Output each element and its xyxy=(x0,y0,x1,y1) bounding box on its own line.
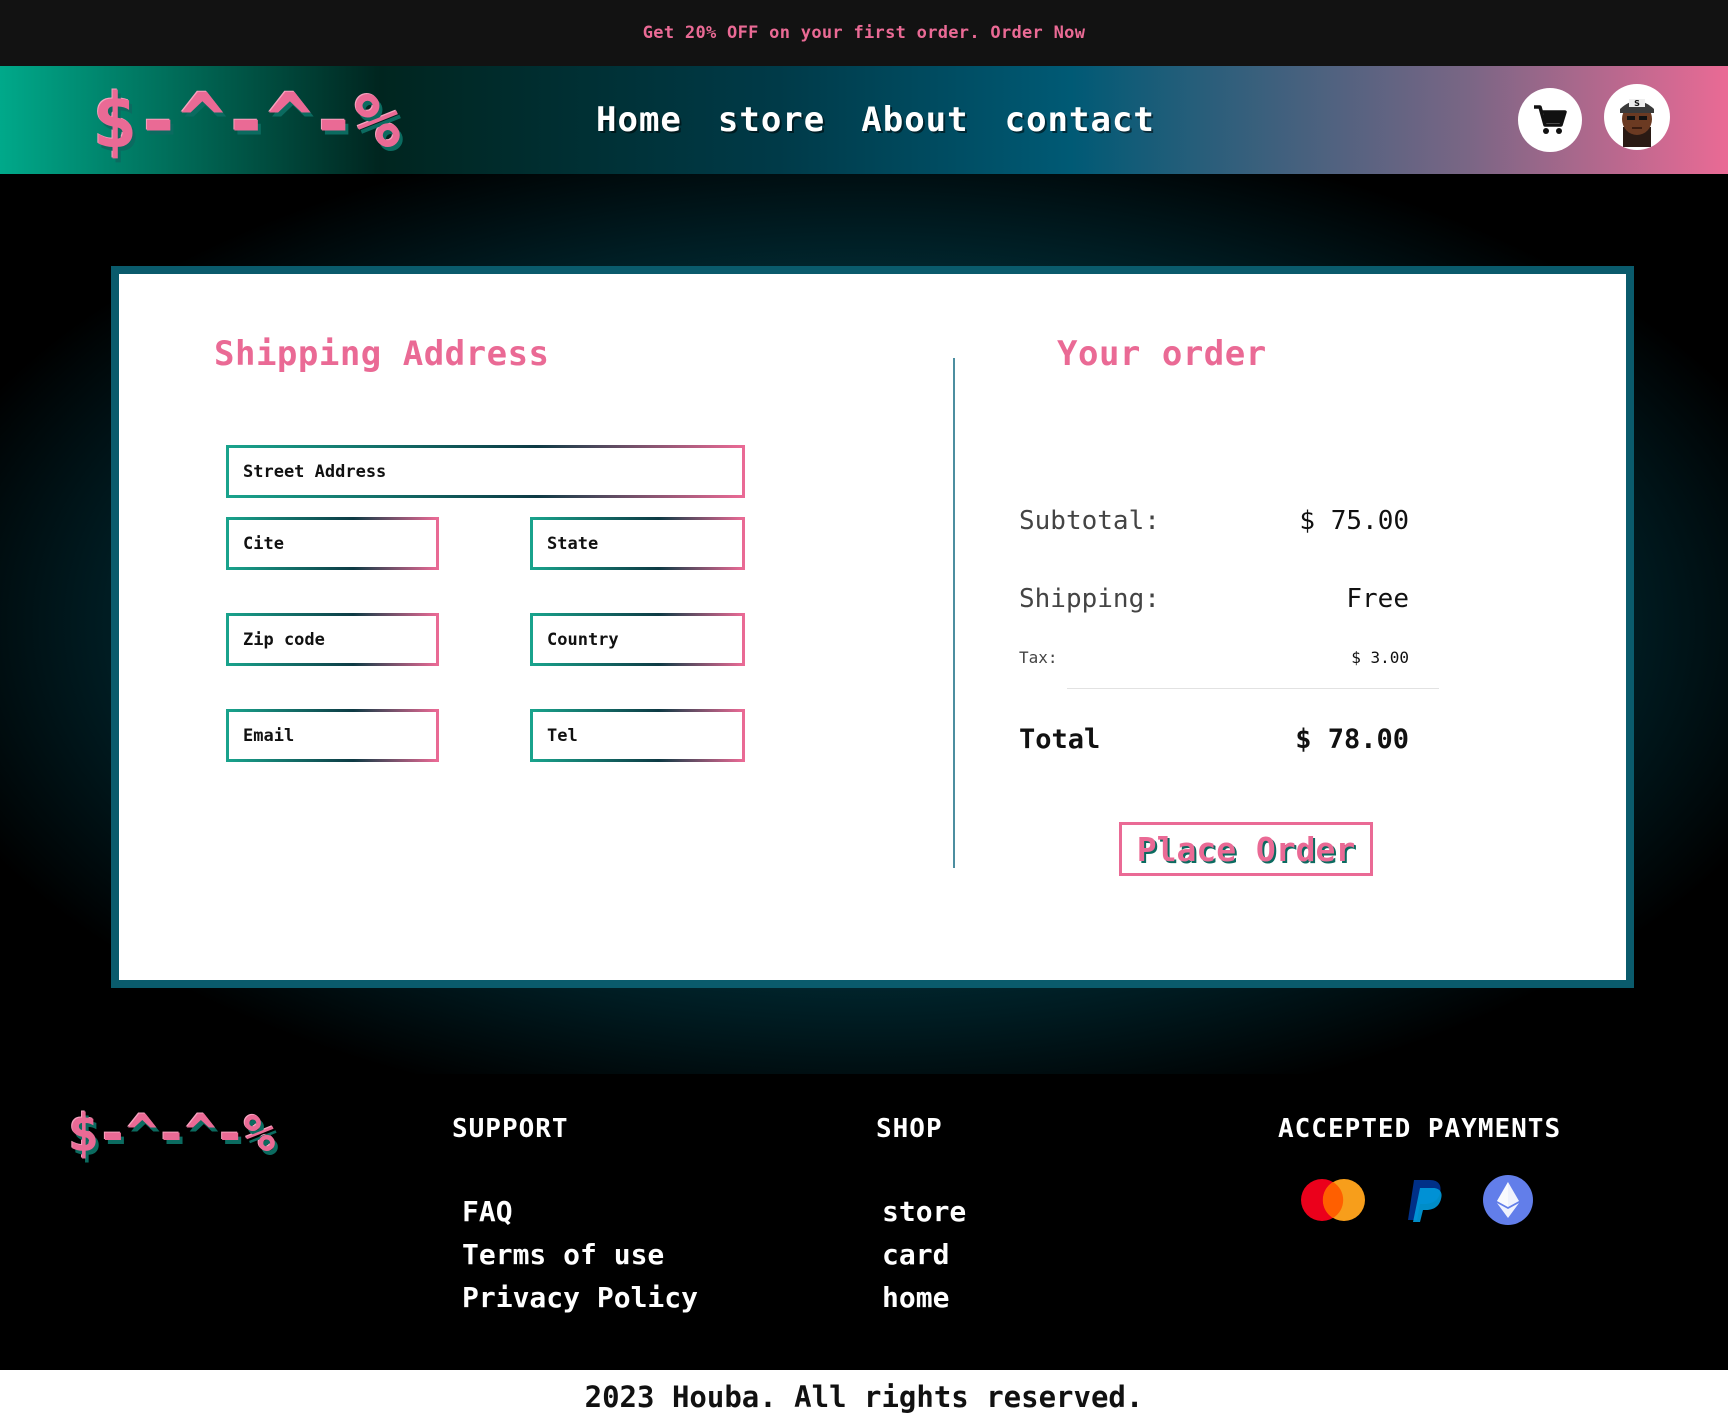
nav-contact[interactable]: contact xyxy=(1005,100,1155,140)
support-links: FAQ Terms of use Privacy Policy xyxy=(462,1194,698,1315)
tel-field[interactable]: Tel xyxy=(530,709,745,762)
copyright-bar: 2023 Houba. All rights reserved. xyxy=(0,1370,1728,1424)
state-field[interactable]: State xyxy=(530,517,745,570)
nav-store[interactable]: store xyxy=(718,100,825,140)
nav-home[interactable]: Home xyxy=(596,100,682,140)
cart-button[interactable] xyxy=(1518,88,1582,152)
cart-icon xyxy=(1534,105,1567,134)
user-avatar[interactable]: S xyxy=(1604,84,1670,150)
store-link[interactable]: store xyxy=(882,1194,966,1229)
email-field[interactable]: Email xyxy=(226,709,439,762)
ethereum-icon xyxy=(1483,1175,1533,1225)
shipping-label: Shipping: xyxy=(1019,584,1160,614)
tax-value: $ 3.00 xyxy=(1351,648,1409,667)
total-label: Total xyxy=(1019,724,1101,755)
svg-text:S: S xyxy=(1634,99,1640,108)
order-separator xyxy=(1067,688,1439,689)
country-field[interactable]: Country xyxy=(530,613,745,666)
footer-logo[interactable]: $-^-^-% xyxy=(68,1102,275,1166)
place-order-button[interactable]: Place Order xyxy=(1119,822,1373,876)
paypal-icon xyxy=(1408,1180,1442,1222)
total-value: $ 78.00 xyxy=(1295,724,1409,755)
zip-code-field[interactable]: Zip code xyxy=(226,613,439,666)
support-heading: SUPPORT xyxy=(452,1114,569,1144)
promo-bar: Get 20% OFF on your first order. Order N… xyxy=(0,0,1728,66)
shipping-value: Free xyxy=(1346,584,1409,614)
site-logo[interactable]: $-^-^-% xyxy=(92,76,400,166)
terms-link[interactable]: Terms of use xyxy=(462,1237,698,1272)
street-address-field[interactable]: Street Address xyxy=(226,445,745,498)
city-field[interactable]: Cite xyxy=(226,517,439,570)
shop-links: store card home xyxy=(882,1194,966,1315)
nav-about[interactable]: About xyxy=(861,100,968,140)
site-footer: $-^-^-% SUPPORT FAQ Terms of use Privacy… xyxy=(0,1074,1728,1370)
promo-text[interactable]: Get 20% OFF on your first order. Order N… xyxy=(643,23,1085,43)
avatar-icon: S xyxy=(1620,99,1654,147)
home-link[interactable]: home xyxy=(882,1280,966,1315)
payments-heading: ACCEPTED PAYMENTS xyxy=(1278,1114,1562,1144)
subtotal-label: Subtotal: xyxy=(1019,506,1160,536)
checkout-card: Shipping Address Street Address Cite Sta… xyxy=(111,266,1634,988)
shop-heading: SHOP xyxy=(876,1114,943,1144)
section-divider xyxy=(953,358,955,868)
payment-icons xyxy=(1298,1174,1534,1226)
site-header: $-^-^-% Home store About contact S xyxy=(0,66,1728,174)
shipping-title: Shipping Address xyxy=(214,334,550,374)
main-nav: Home store About contact xyxy=(596,66,1155,174)
faq-link[interactable]: FAQ xyxy=(462,1194,698,1229)
privacy-link[interactable]: Privacy Policy xyxy=(462,1280,698,1315)
order-title: Your order xyxy=(1057,334,1267,374)
mastercard-icon xyxy=(1301,1179,1365,1221)
tax-label: Tax: xyxy=(1019,648,1058,667)
card-link[interactable]: card xyxy=(882,1237,966,1272)
subtotal-value: $ 75.00 xyxy=(1299,506,1409,536)
